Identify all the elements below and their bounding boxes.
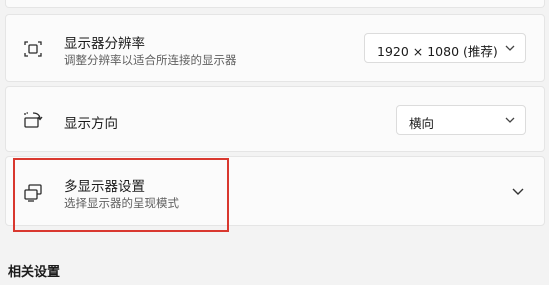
expand-chevron-icon[interactable]: [512, 186, 524, 196]
related-settings-heading: 相关设置: [8, 265, 61, 280]
resolution-dropdown[interactable]: 1920 × 1080 (推荐): [364, 33, 526, 63]
resolution-subtitle: 调整分辨率以适合所连接的显示器: [64, 53, 237, 67]
orientation-dropdown-value: 横向: [409, 116, 435, 131]
resolution-title: 显示器分辨率: [64, 36, 145, 52]
multi-display-subtitle: 选择显示器的呈现模式: [64, 196, 179, 210]
resolution-dropdown-value: 1920 × 1080 (推荐): [377, 44, 498, 59]
previous-setting-card: [5, 0, 545, 8]
orientation-dropdown[interactable]: 横向: [396, 105, 526, 135]
chevron-down-icon: [505, 116, 515, 124]
display-resolution-card: 显示器分辨率 调整分辨率以适合所连接的显示器 1920 × 1080 (推荐): [5, 14, 545, 82]
rotate-screen-icon: [22, 109, 44, 131]
multiple-displays-card[interactable]: 多显示器设置 选择显示器的呈现模式: [5, 156, 545, 226]
multi-monitor-icon: [22, 181, 44, 203]
resolution-icon: [22, 38, 44, 60]
display-orientation-card: 显示方向 横向: [5, 86, 545, 152]
chevron-down-icon: [505, 44, 515, 52]
multi-display-title: 多显示器设置: [64, 179, 145, 195]
orientation-title: 显示方向: [64, 116, 118, 132]
